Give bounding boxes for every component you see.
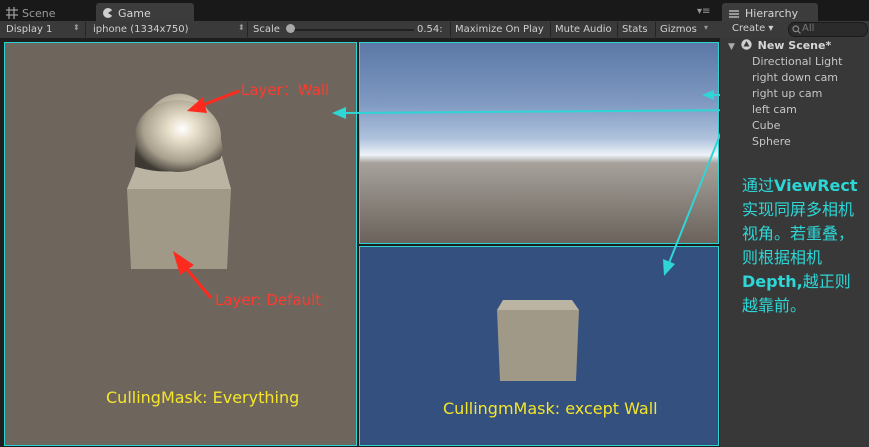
create-label: Create [732, 23, 766, 34]
game-controller-icon [103, 8, 114, 18]
tab-hierarchy[interactable]: Hierarchy [722, 3, 818, 21]
foldout-arrow-icon[interactable]: ▼ [728, 42, 735, 52]
hierarchy-search-input[interactable]: All [788, 22, 868, 37]
tab-menu-icon[interactable]: ▾≡ [697, 6, 710, 17]
toolbar-divider [85, 22, 86, 37]
scale-value: 0.54: [417, 24, 443, 35]
maximize-on-play-toggle[interactable]: Maximize On Play [455, 23, 544, 37]
chevron-updown-icon: ⬍ [73, 23, 80, 32]
hierarchy-item[interactable]: right down cam [752, 71, 838, 84]
hierarchy-item[interactable]: left cam [752, 103, 797, 116]
gizmos-toggle[interactable]: Gizmos [660, 23, 697, 37]
grid-icon [6, 7, 18, 19]
toolbar-divider [617, 22, 618, 37]
hierarchy-item[interactable]: Directional Light [752, 55, 842, 68]
scale-slider-track[interactable] [294, 29, 414, 31]
chevron-updown-icon: ⬍ [238, 23, 245, 32]
hierarchy-tab-bar: Hierarchy [720, 0, 869, 21]
note-keyword-depth: Depth, [742, 272, 803, 291]
toolbar-divider [655, 22, 656, 37]
cube [497, 300, 579, 381]
note-keyword-viewrect: ViewRect [774, 176, 858, 195]
annotation-layer-default: Layer: Default [215, 291, 322, 309]
scene-row[interactable]: ▼ New Scene* [728, 39, 831, 52]
viewport-left-cam: Layer：Wall Layer: Default CullingMask: E… [4, 42, 357, 446]
tab-game-label: Game [118, 7, 151, 20]
sphere-body [135, 100, 221, 172]
toolbar-divider [247, 22, 248, 37]
game-toolbar: Display 1 ⬍ iphone (1334x750) ⬍ Scale 0.… [0, 21, 720, 39]
tab-game[interactable]: Game [96, 3, 194, 21]
hierarchy-item[interactable]: Cube [752, 119, 780, 132]
viewport-right-down-cam: CullingmMask: except Wall [359, 246, 719, 446]
search-placeholder: All [802, 23, 815, 34]
left-scene-objects [127, 89, 240, 299]
note-text: 通过 [742, 176, 775, 195]
editor-tab-bar: Scene Game ▾≡ [0, 0, 720, 21]
mute-audio-toggle[interactable]: Mute Audio [555, 23, 612, 37]
create-button[interactable]: Create ▾ [732, 23, 773, 34]
unity-logo-icon [741, 39, 752, 50]
viewport-right-up-cam [359, 42, 719, 244]
tab-hierarchy-label: Hierarchy [745, 7, 799, 20]
tab-scene-label: Scene [22, 7, 56, 20]
toolbar-divider [450, 22, 451, 37]
scale-label: Scale [253, 24, 280, 35]
hierarchy-toolbar: Create ▾ All [720, 21, 869, 39]
search-icon [792, 25, 801, 34]
game-view: Layer：Wall Layer: Default CullingMask: E… [0, 38, 720, 447]
resolution-dropdown[interactable]: iphone (1334x750) [93, 23, 189, 37]
caption-culling-everything: CullingMask: Everything [106, 388, 300, 407]
explanation-note: 通过ViewRect实现同屏多相机视角。若重叠，则根据相机Depth,越正则越靠… [742, 174, 864, 318]
note-text: 实现同屏多相机视角。若重叠，则根据相机 [742, 200, 855, 267]
stats-toggle[interactable]: Stats [622, 23, 648, 37]
hierarchy-list-icon [729, 10, 739, 18]
hierarchy-item[interactable]: right up cam [752, 87, 822, 100]
tab-scene[interactable]: Scene [0, 3, 90, 21]
hierarchy-item[interactable]: Sphere [752, 135, 791, 148]
display-dropdown[interactable]: Display 1 [6, 23, 52, 37]
toolbar-divider [550, 22, 551, 37]
caption-culling-except-wall: CullingmMask: except Wall [443, 399, 658, 418]
scale-slider-thumb[interactable] [286, 24, 295, 33]
gizmos-dropdown-icon[interactable]: ▾ [704, 23, 708, 32]
annotation-layer-wall: Layer：Wall [241, 81, 330, 99]
scene-name: New Scene* [757, 39, 832, 52]
